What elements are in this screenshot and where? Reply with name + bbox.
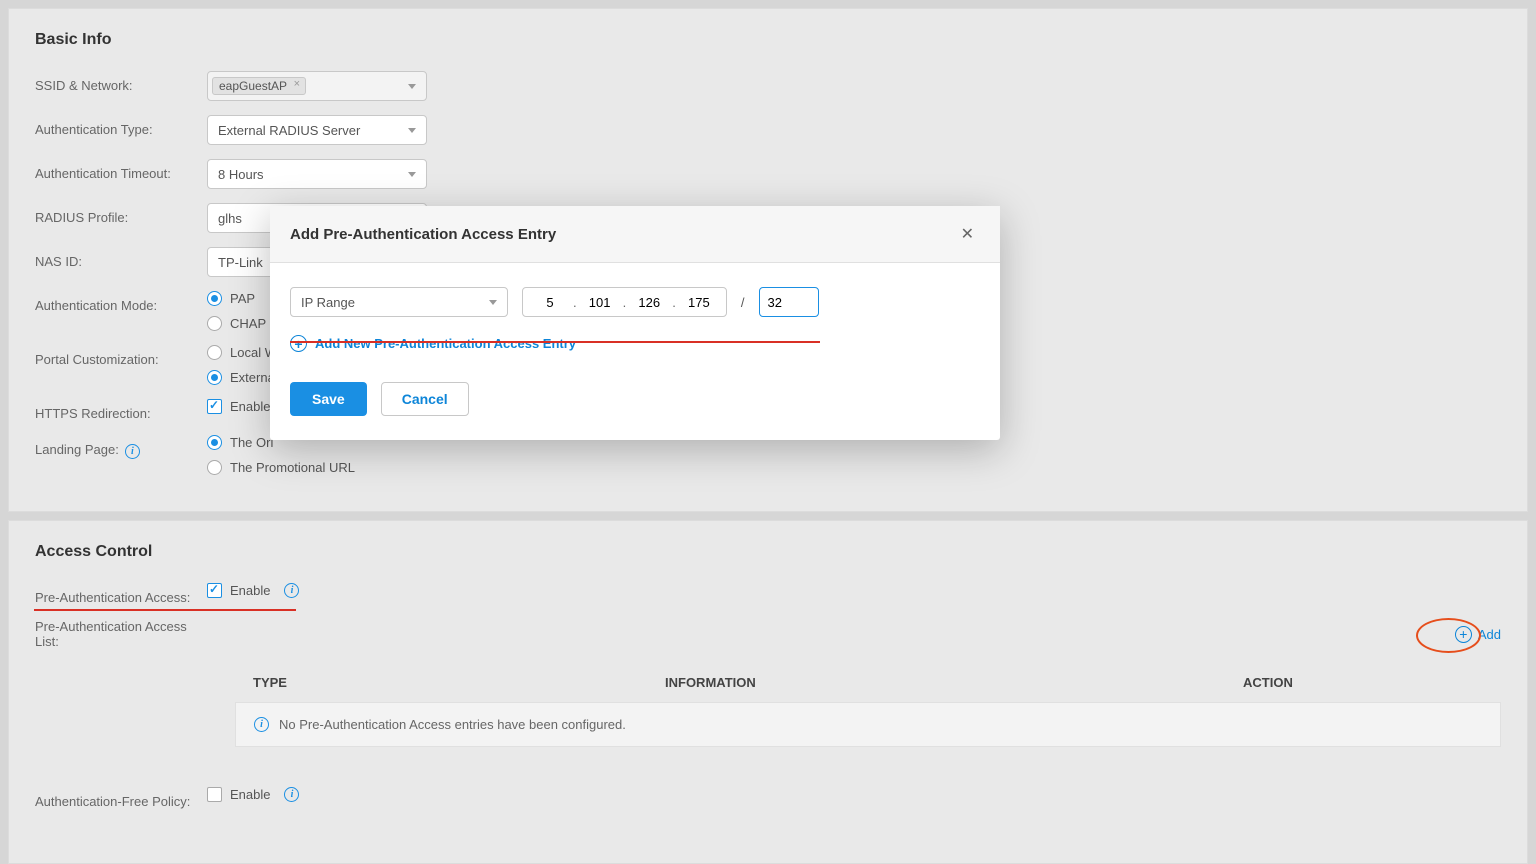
radio-icon [207,345,222,360]
add-button-label: Add [1478,627,1501,642]
auth-timeout-label: Authentication Timeout: [35,159,207,181]
access-control-title: Access Control [35,543,1501,561]
modal-title: Add Pre-Authentication Access Entry [290,226,556,243]
radius-profile-label: RADIUS Profile: [35,203,207,225]
https-enable-check[interactable]: Enable [207,399,270,414]
add-new-entry-label: Add New Pre-Authentication Access Entry [315,336,576,351]
portal-external-radio[interactable]: Externa [207,370,277,385]
auth-type-select[interactable]: External RADIUS Server [207,115,427,145]
portal-local-radio[interactable]: Local W [207,345,277,360]
info-icon[interactable]: i [125,444,140,459]
access-control-panel: Access Control Pre-Authentication Access… [8,520,1528,864]
radio-icon [207,370,222,385]
plus-circle-icon: + [1455,626,1472,643]
auth-mode-pap-radio[interactable]: PAP [207,291,266,306]
ssid-select[interactable]: eapGuestAP [207,71,427,101]
info-icon: i [254,717,269,732]
info-icon[interactable]: i [284,583,299,598]
auth-type-label: Authentication Type: [35,115,207,137]
ip-octet-4[interactable] [682,295,716,310]
preauth-enable-check[interactable]: Enablei [207,583,299,598]
entry-row: IP Range . . . / [290,287,980,317]
save-button[interactable]: Save [290,382,367,416]
table-empty-row: i No Pre-Authentication Access entries h… [235,702,1501,747]
auth-timeout-select[interactable]: 8 Hours [207,159,427,189]
basic-info-title: Basic Info [35,31,1501,49]
preauth-access-row: Pre-Authentication Access: Enablei [35,583,1501,605]
radio-icon [207,435,222,450]
checkbox-icon [207,583,222,598]
th-action: ACTION [1243,675,1483,690]
modal-body: IP Range . . . / + Add New Pre-Authentic… [270,263,1000,382]
landing-page-row: Landing Page:i The Ori The Promotional U… [35,435,1501,475]
modal-header: Add Pre-Authentication Access Entry ✕ [270,206,1000,263]
nas-id-label: NAS ID: [35,247,207,269]
highlight-underline [290,341,820,343]
modal-footer: Save Cancel [270,382,1000,440]
preauth-list-row: Pre-Authentication Access List: + Add [35,619,1501,649]
radio-icon [207,316,222,331]
portal-custom-label: Portal Customization: [35,345,207,367]
auth-timeout-row: Authentication Timeout: 8 Hours [35,159,1501,189]
ip-input-group[interactable]: . . . [522,287,727,317]
th-type: TYPE [253,675,665,690]
landing-promo-radio[interactable]: The Promotional URL [207,460,355,475]
ssid-row: SSID & Network: eapGuestAP [35,71,1501,101]
https-redir-label: HTTPS Redirection: [35,399,207,421]
info-icon[interactable]: i [284,787,299,802]
add-button[interactable]: + Add [1455,626,1501,643]
preauth-list-label: Pre-Authentication Access List: [35,619,207,649]
add-new-entry-link[interactable]: + Add New Pre-Authentication Access Entr… [290,335,980,352]
highlight-underline [34,609,296,611]
entry-type-select[interactable]: IP Range [290,287,508,317]
mask-input[interactable] [759,287,819,317]
checkbox-icon [207,787,222,802]
checkbox-icon [207,399,222,414]
ip-octet-3[interactable] [632,295,666,310]
empty-text: No Pre-Authentication Access entries hav… [279,717,626,732]
auth-mode-label: Authentication Mode: [35,291,207,313]
auth-free-row: Authentication-Free Policy: Enablei [35,787,1501,809]
radio-icon [207,291,222,306]
auth-type-row: Authentication Type: External RADIUS Ser… [35,115,1501,145]
th-info: INFORMATION [665,675,1243,690]
preauth-access-label: Pre-Authentication Access: [35,583,207,605]
plus-circle-icon: + [290,335,307,352]
add-entry-modal: Add Pre-Authentication Access Entry ✕ IP… [270,206,1000,440]
radio-icon [207,460,222,475]
cancel-button[interactable]: Cancel [381,382,469,416]
ip-octet-2[interactable] [583,295,617,310]
ip-octet-1[interactable] [533,295,567,310]
preauth-table: TYPE INFORMATION ACTION i No Pre-Authent… [235,663,1501,747]
auth-free-label: Authentication-Free Policy: [35,787,207,809]
ssid-label: SSID & Network: [35,71,207,93]
slash-separator: / [741,295,745,310]
ssid-tag[interactable]: eapGuestAP [212,77,306,95]
landing-page-label: Landing Page:i [35,435,207,459]
close-icon[interactable]: ✕ [955,222,980,246]
auth-free-check[interactable]: Enablei [207,787,299,802]
auth-mode-chap-radio[interactable]: CHAP [207,316,266,331]
table-header: TYPE INFORMATION ACTION [235,663,1501,702]
